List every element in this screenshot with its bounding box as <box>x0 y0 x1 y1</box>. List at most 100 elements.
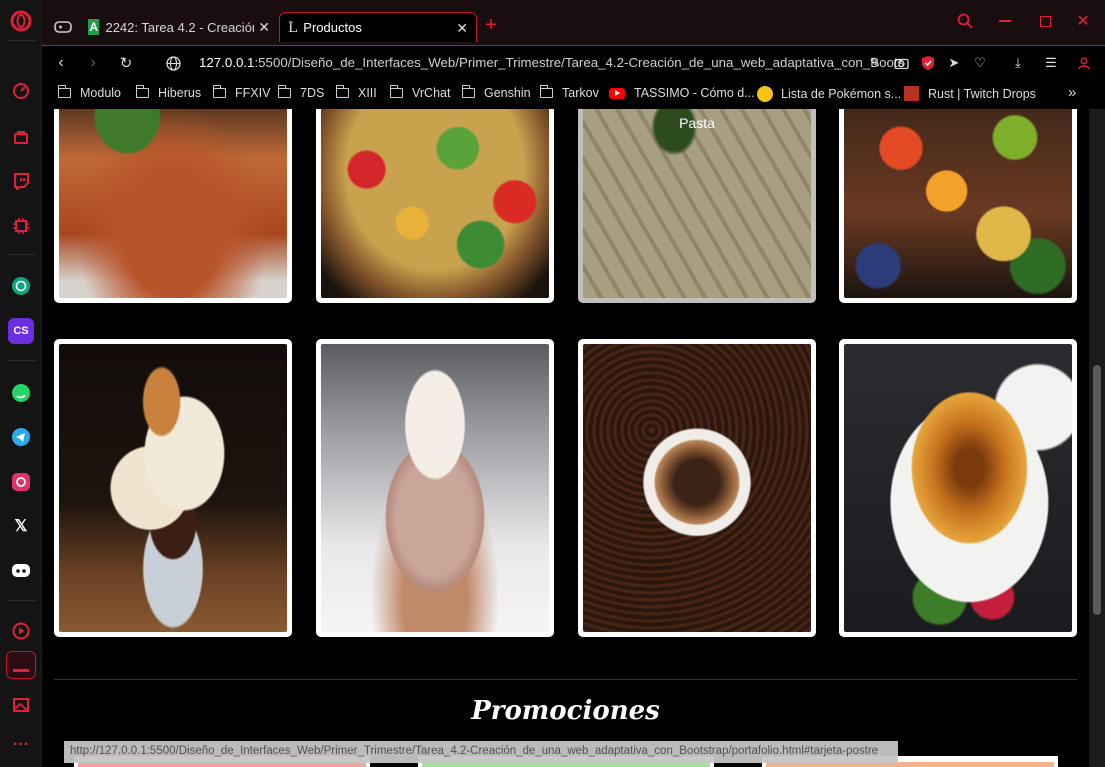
bookmark-hiberus[interactable]: Hiberus <box>136 85 202 100</box>
coffee-cup-image <box>583 344 811 632</box>
page-content: Pasta Promociones <box>42 109 1089 767</box>
hot-chocolate-image <box>321 344 549 632</box>
speed-dial-icon[interactable] <box>8 78 34 104</box>
bookmark-label: Genshin <box>484 86 531 100</box>
reload-icon[interactable]: ↻ <box>115 52 137 74</box>
bookmark-xiii[interactable]: XIII <box>336 85 377 100</box>
bookmark-tarkov[interactable]: Tarkov <box>540 85 599 100</box>
product-card-salad[interactable] <box>316 109 554 303</box>
tab-tarea[interactable]: A 2242: Tarea 4.2 - Creación d ✕ <box>80 12 278 42</box>
bookmark-label: FFXIV <box>235 86 271 100</box>
product-card-pasta[interactable]: Pasta <box>578 109 816 303</box>
folder-icon <box>462 85 475 98</box>
salad-image <box>321 109 549 298</box>
close-tab-icon[interactable]: ✕ <box>456 20 468 37</box>
folder-icon <box>213 85 226 98</box>
folder-icon <box>390 85 403 98</box>
bookmarks-more-button[interactable]: » <box>1068 84 1076 101</box>
bookmark-label: VrChat <box>412 86 451 100</box>
lasagna-image <box>59 109 287 298</box>
bookmark-label: Hiberus <box>158 86 202 100</box>
tab-tarea-title: 2242: Tarea 4.2 - Creación d <box>105 19 270 35</box>
folder-icon <box>540 85 553 98</box>
section-divider <box>54 679 1077 680</box>
bookmark-label: 7DS <box>300 86 325 100</box>
bookmark-modulo[interactable]: Modulo <box>58 85 121 100</box>
product-card-coffee[interactable] <box>578 339 816 637</box>
bookmark-genshin[interactable]: Genshin <box>462 85 531 100</box>
product-card-ice-cream[interactable] <box>54 339 292 637</box>
back-icon[interactable]: ‹ <box>50 52 72 74</box>
game-controller-icon[interactable] <box>50 14 76 40</box>
x-icon[interactable]: 𝕏 <box>8 513 34 539</box>
ice-cream-sundae-image <box>59 344 287 632</box>
workspace-icon[interactable] <box>6 651 36 679</box>
product-card-hot-chocolate[interactable] <box>316 339 554 637</box>
gallery-icon[interactable] <box>8 692 34 718</box>
page-scrollbar[interactable] <box>1089 109 1105 767</box>
link-status-bar: http://127.0.0.1:5500/Diseño_de_Interfac… <box>64 741 898 763</box>
bookmarks-bar: Modulo Hiberus FFXIV 7DS XIII VrChat Gen… <box>42 79 1105 109</box>
camera-icon[interactable] <box>892 54 910 72</box>
search-tabs-icon[interactable] <box>952 8 978 34</box>
folder-icon <box>336 85 349 98</box>
creme-brulee-image <box>844 344 1072 632</box>
chatgpt-icon[interactable] <box>8 273 34 299</box>
download-icon[interactable]: ⤓ <box>1009 54 1027 72</box>
pasta-image <box>583 109 811 298</box>
shopping-icon[interactable] <box>8 124 34 150</box>
url-field[interactable]: 127.0.0.1:5500/Diseño_de_Interfaces_Web/… <box>199 55 904 70</box>
more-icon[interactable]: ··· <box>8 732 34 758</box>
bookmark-rust[interactable]: Rust | Twitch Drops <box>904 86 1036 101</box>
opera-logo-icon[interactable] <box>8 8 34 34</box>
browser-sidebar: CS 𝕏 ··· <box>0 0 42 767</box>
tab-productos[interactable]: L Productos ✕ <box>279 12 477 42</box>
forward-icon[interactable]: › <box>82 52 104 74</box>
send-icon[interactable]: ➤ <box>945 54 963 72</box>
vpn-shield-icon[interactable] <box>919 54 937 72</box>
tab-productos-title: Productos <box>303 20 362 35</box>
pokemon-site-icon <box>757 86 773 102</box>
profile-icon[interactable] <box>1075 54 1093 72</box>
edit-icon[interactable]: ✎ <box>866 54 884 72</box>
twitch-icon[interactable] <box>8 168 34 194</box>
new-tab-button[interactable]: + <box>478 12 504 38</box>
bookmark-7ds[interactable]: 7DS <box>278 85 325 100</box>
promotions-heading: Promociones <box>471 696 660 726</box>
player-icon[interactable] <box>8 618 34 644</box>
minimize-icon[interactable] <box>992 8 1018 34</box>
bookmark-ffxiv[interactable]: FFXIV <box>213 85 271 100</box>
tab-bar: A 2242: Tarea 4.2 - Creación d ✕ L Produ… <box>42 0 1105 45</box>
folder-icon <box>58 85 71 98</box>
pasta-hover-label: Pasta <box>679 115 715 131</box>
youtube-icon <box>609 87 625 99</box>
discord-icon[interactable] <box>8 558 34 584</box>
instagram-icon[interactable] <box>8 469 34 495</box>
close-tab-icon[interactable]: ✕ <box>254 19 270 36</box>
extensions-icon[interactable] <box>8 213 34 239</box>
scrollbar-thumb[interactable] <box>1093 365 1101 615</box>
product-card-fruit[interactable] <box>839 109 1077 303</box>
bookmark-label: TASSIMO - Cómo d... <box>634 86 755 100</box>
bookmark-label: Rust | Twitch Drops <box>928 86 1036 101</box>
folder-icon <box>136 85 149 98</box>
folder-icon <box>278 85 291 98</box>
bookmark-tassimo[interactable]: TASSIMO - Cómo d... <box>609 86 755 100</box>
maximize-icon[interactable] <box>1032 8 1058 34</box>
bookmark-vrchat[interactable]: VrChat <box>390 85 451 100</box>
heart-icon[interactable]: ♡ <box>971 54 989 72</box>
url-host: 127.0.0.1 <box>199 55 255 70</box>
cs-icon[interactable]: CS <box>8 318 34 344</box>
easy-setup-icon[interactable]: ☰ <box>1042 54 1060 72</box>
fruit-salad-image <box>844 109 1072 298</box>
close-window-icon[interactable]: ✕ <box>1070 8 1096 34</box>
product-card-creme-brulee[interactable] <box>839 339 1077 637</box>
site-info-icon[interactable] <box>162 52 184 74</box>
telegram-icon[interactable] <box>8 424 34 450</box>
bookmark-pokemon[interactable]: Lista de Pokémon s... <box>757 86 901 102</box>
bookmark-label: Tarkov <box>562 86 599 100</box>
bookmark-label: Lista de Pokémon s... <box>781 87 902 101</box>
tab-tarea-favicon: A <box>88 19 100 35</box>
product-card-lasagna[interactable] <box>54 109 292 303</box>
whatsapp-icon[interactable] <box>8 380 34 406</box>
